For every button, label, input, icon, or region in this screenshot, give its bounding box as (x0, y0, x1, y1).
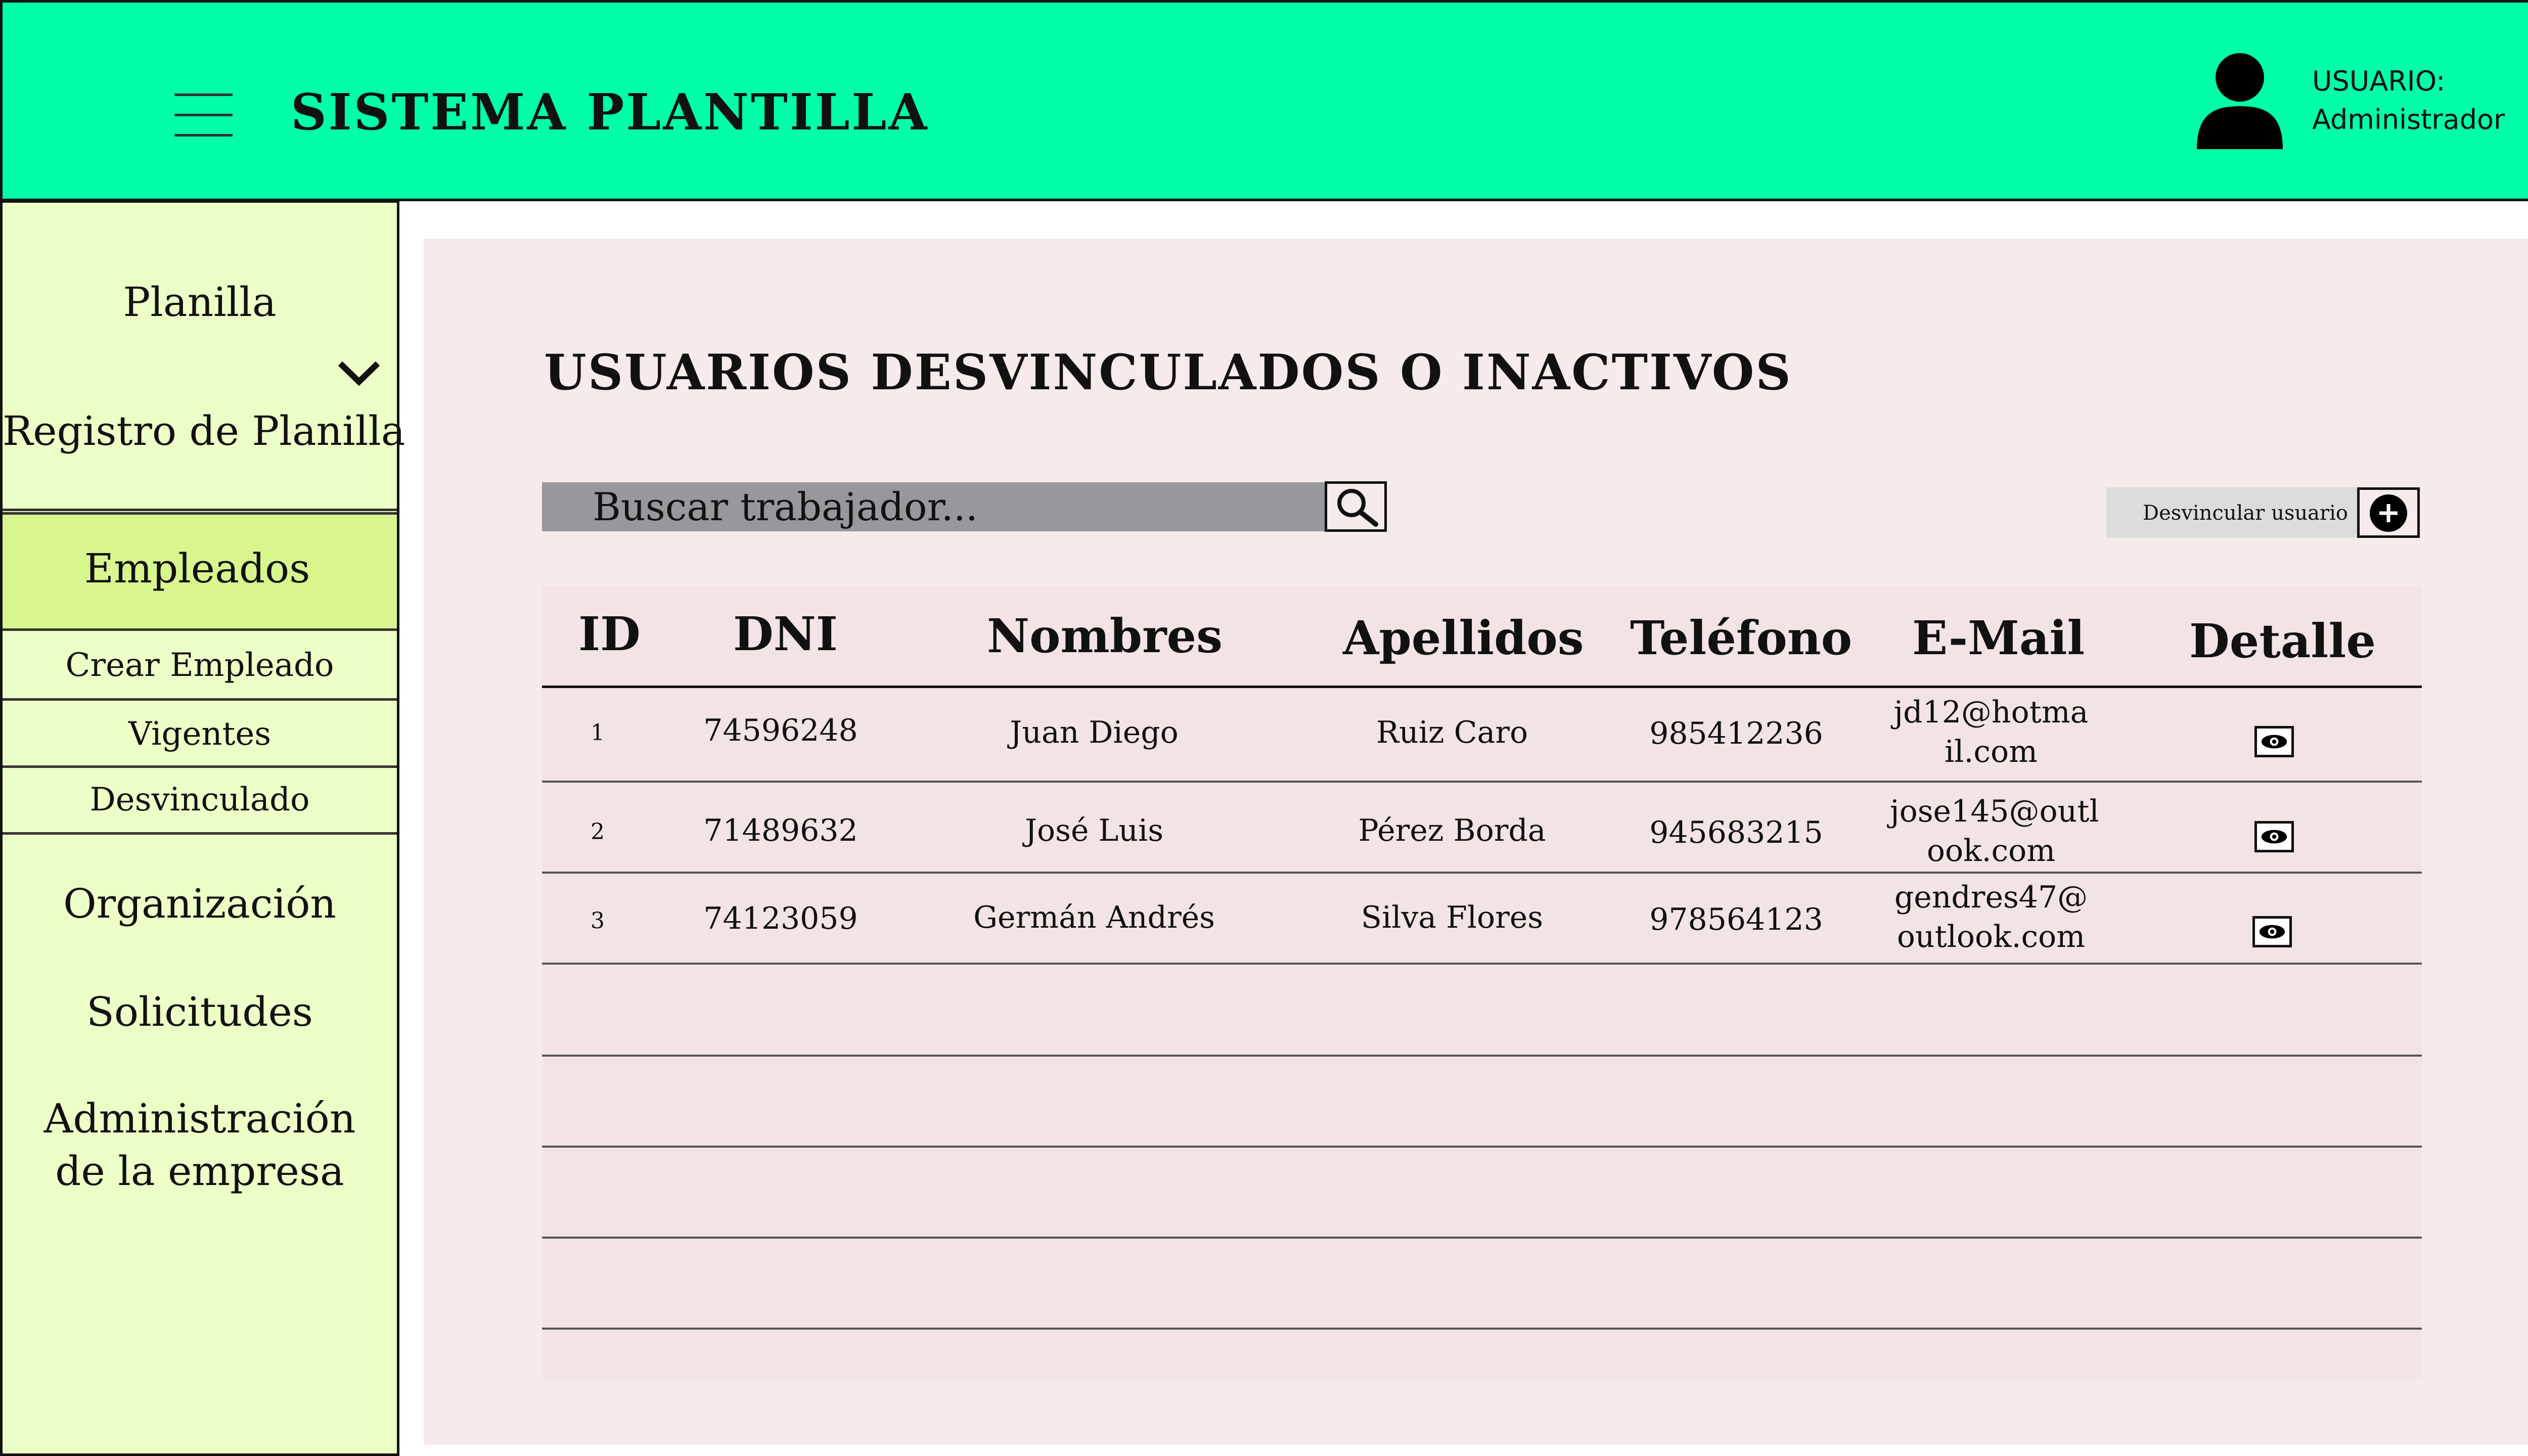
table-row-divider (542, 781, 2422, 783)
cell-telefono: 985412236 (1649, 716, 1823, 751)
hamburger-icon[interactable] (174, 94, 233, 137)
cell-email-line: gendres47@ (1894, 880, 2088, 915)
table-header-divider (542, 686, 2422, 688)
cell-id: 2 (591, 819, 605, 845)
cell-email: jd12@hotma il.com (1890, 693, 2092, 771)
sidebar-item-administracion[interactable]: Administración de la empresa (3, 1093, 397, 1198)
sidebar-subitem-vigentes[interactable]: Vigentes (3, 715, 397, 753)
users-table (542, 586, 2422, 1379)
sidebar-item-label: de la empresa (55, 1148, 344, 1195)
cell-id: 3 (591, 908, 605, 934)
cell-apellidos: Pérez Borda (1358, 813, 1546, 848)
table-row-divider (542, 963, 2422, 965)
column-header-detalle: Detalle (2189, 614, 2376, 668)
column-header-id: ID (578, 607, 641, 661)
eye-icon[interactable] (2254, 821, 2294, 852)
column-header-dni: DNI (733, 607, 838, 661)
cell-email-line: outlook.com (1897, 919, 2086, 954)
search-button[interactable] (1325, 481, 1387, 532)
sidebar-divider (3, 698, 397, 701)
unlink-user-label: Desvincular usuario (2143, 502, 2348, 525)
cell-email-line: ook.com (1926, 833, 2056, 869)
cell-telefono: 945683215 (1649, 815, 1823, 850)
sidebar-item-organizacion[interactable]: Organización (3, 880, 397, 927)
table-row-divider (542, 872, 2422, 874)
column-header-email: E-Mail (1912, 611, 2085, 665)
sidebar-item-planilla[interactable]: Planilla (3, 279, 397, 326)
sidebar-divider (3, 765, 397, 768)
sidebar-item-label: Empleados (84, 545, 310, 592)
cell-dni: 74596248 (703, 713, 858, 748)
cell-email-line: il.com (1944, 734, 2038, 769)
cell-apellidos: Silva Flores (1361, 900, 1544, 935)
table-row-divider (542, 1237, 2422, 1239)
table-row-divider (542, 1055, 2422, 1057)
sidebar-divider (3, 832, 397, 835)
cell-nombres: Germán Andrés (973, 900, 1215, 935)
sidebar-subitem-desvinculado[interactable]: Desvinculado (3, 781, 397, 818)
sidebar-item-empleados[interactable]: Empleados (3, 512, 397, 631)
sidebar-subitem-crear-empleado[interactable]: Crear Empleado (3, 647, 397, 684)
user-name: Administrador (2312, 104, 2505, 135)
sidebar-item-label: Administración (43, 1095, 356, 1142)
cell-dni: 74123059 (703, 901, 858, 936)
cell-apellidos: Ruiz Caro (1376, 715, 1528, 750)
eye-icon[interactable] (2252, 916, 2292, 947)
unlink-user-button[interactable]: Desvincular usuario (2106, 487, 2420, 538)
search-icon (1337, 489, 1378, 527)
cell-email-line: jose145@outl (1890, 794, 2099, 829)
table-row-divider (542, 1146, 2422, 1148)
search-input[interactable] (542, 482, 1325, 531)
user-avatar-icon[interactable] (2197, 53, 2283, 149)
cell-email-line: jd12@hotma (1893, 695, 2089, 730)
chevron-down-icon[interactable] (336, 357, 382, 388)
eye-icon[interactable] (2254, 726, 2294, 757)
cell-id: 1 (591, 720, 605, 746)
sidebar: Planilla Registro de Planilla Empleados … (0, 200, 405, 1456)
cell-nombres: Juan Diego (1010, 715, 1179, 750)
sidebar-item-registro-planilla[interactable]: Registro de Planilla (3, 407, 405, 454)
table-row-divider (542, 1328, 2422, 1330)
sidebar-item-solicitudes[interactable]: Solicitudes (3, 988, 397, 1035)
plus-circle-icon (2370, 494, 2407, 532)
cell-email: gendres47@ outlook.com (1890, 878, 2092, 957)
column-header-nombres: Nombres (987, 609, 1223, 663)
sidebar-divider (3, 509, 397, 511)
page-title: USUARIOS DESVINCULADOS O INACTIVOS (544, 344, 1792, 401)
user-label: USUARIO: (2312, 65, 2446, 97)
cell-dni: 71489632 (703, 813, 858, 848)
cell-email: jose145@outl ook.com (1890, 792, 2099, 871)
user-info: USUARIO: Administrador (2312, 62, 2505, 139)
cell-telefono: 978564123 (1649, 902, 1823, 937)
top-header: SISTEMA PLANTILLA USUARIO: Administrador (0, 0, 2528, 201)
column-header-apellidos: Apellidos (1343, 611, 1584, 665)
cell-nombres: José Luis (1024, 813, 1164, 848)
column-header-telefono: Teléfono (1630, 611, 1853, 665)
unlink-plus-box[interactable] (2357, 487, 2420, 538)
app-title: SISTEMA PLANTILLA (291, 83, 929, 142)
